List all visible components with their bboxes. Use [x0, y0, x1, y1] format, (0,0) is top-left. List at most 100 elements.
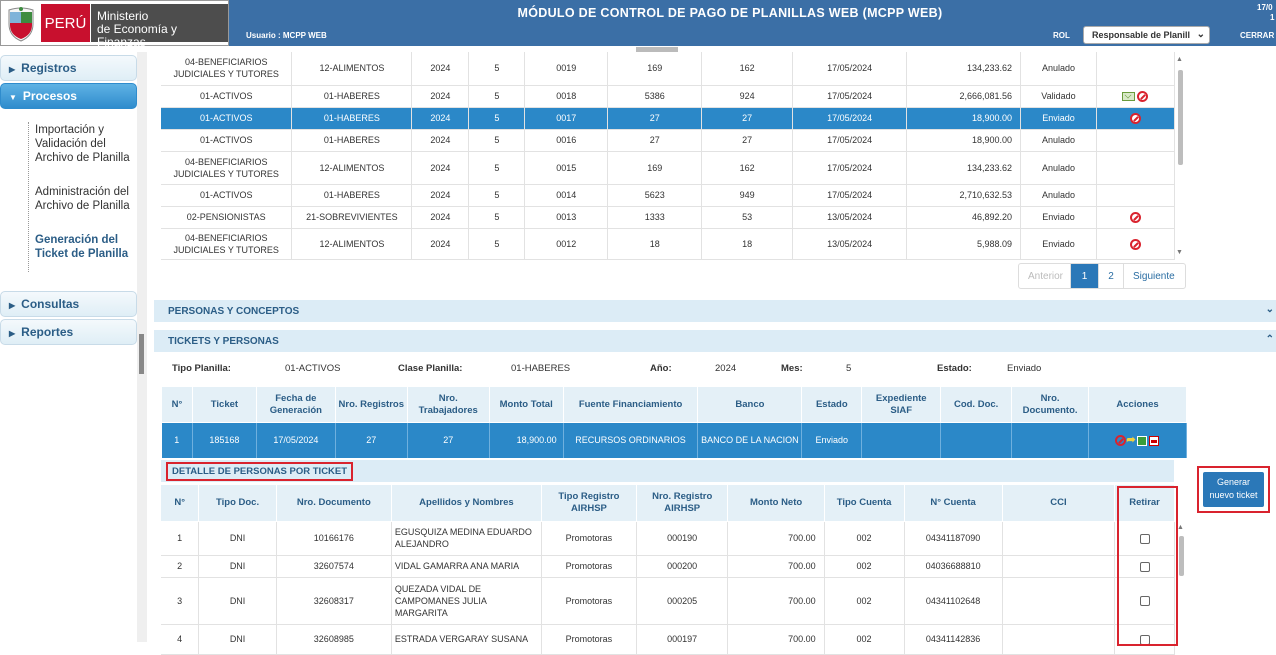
ticket-cell-trabajadores: 27 [407, 422, 490, 458]
planilla-row[interactable]: 01-ACTIVOS 01-HABERES 2024 5 0018 5386 924 17/0… [161, 85, 1176, 108]
sidebar-scrollbar-thumb[interactable] [139, 334, 144, 374]
planilla-row[interactable]: 01-ACTIVOS 01-HABERES 2024 5 0014 5623 949 17/0… [161, 184, 1176, 207]
pagination-next[interactable]: Siguiente [1124, 264, 1185, 288]
planilla-cell-tipo: 04-BENEFICIARIOS JUDICIALES Y TUTORES [161, 228, 293, 260]
role-select-value: Responsable de Planill [1092, 30, 1191, 40]
retirar-checkbox[interactable] [1139, 533, 1150, 544]
planilla-row[interactable]: 02-PENSIONISTAS 21-SOBREVIVIENTES 2024 5 001… [161, 206, 1176, 229]
sidebar-item-reportes[interactable]: ▶ Reportes [0, 319, 137, 345]
planilla-cell-registros: 27 [607, 129, 703, 152]
download-icon[interactable] [1136, 435, 1147, 446]
persons-scrollbar[interactable]: ▲ [1177, 524, 1185, 642]
sidebar-item-consultas[interactable]: ▶ Consultas [0, 291, 137, 317]
logout-link[interactable]: CERRAR [1240, 31, 1274, 40]
person-cell-cci [1002, 555, 1116, 578]
scroll-up-icon[interactable]: ▲ [1176, 56, 1183, 63]
ticket-cell-n: 1 [161, 422, 193, 458]
person-cell-n: 4 [161, 624, 200, 655]
generate-button-line1: Generar [1216, 477, 1251, 487]
panel-tickets-personas[interactable]: TICKETS Y PERSONAS ⌃ [154, 330, 1276, 352]
planilla-row[interactable]: 04-BENEFICIARIOS JUDICIALES Y TUTORES 12-… [161, 228, 1176, 260]
generate-ticket-button[interactable]: Generar nuevo ticket [1203, 472, 1264, 507]
planilla-actions [1096, 129, 1176, 152]
pagination-prev[interactable]: Anterior [1019, 264, 1071, 288]
cancel-icon[interactable] [1129, 212, 1141, 224]
retirar-checkbox[interactable] [1139, 596, 1150, 607]
planilla-cell-trabajadores: 162 [701, 52, 794, 86]
persons-col-header: Tipo Registro AIRHSP [541, 485, 637, 522]
cancel-icon[interactable] [1129, 113, 1141, 125]
planilla-row[interactable]: 01-ACTIVOS 01-HABERES 2024 5 0017 27 27 17/05/2… [161, 107, 1176, 130]
planilla-cell-estado: Enviado [1020, 107, 1097, 130]
person-cell-tipo_reg: Promotoras [541, 624, 637, 655]
person-cell-cuenta: 04036688810 [904, 555, 1003, 578]
tickets-col-header: Monto Total [488, 386, 564, 423]
pagination-page-2[interactable]: 2 [1099, 264, 1124, 288]
pdf-icon[interactable] [1148, 435, 1159, 446]
person-cell-n: 2 [161, 555, 200, 578]
person-row[interactable]: 1 DNI 10166176 EGUSQUIZA MEDINA EDUARDO ALE… [161, 521, 1175, 556]
planilla-row[interactable]: 04-BENEFICIARIOS JUDICIALES Y TUTORES 12-… [161, 151, 1176, 185]
planilla-cell-monto: 18,900.00 [906, 107, 1022, 130]
planilla-cell-clase: 12-ALIMENTOS [291, 151, 413, 185]
ticket-row[interactable]: 1 185168 17/05/2024 27 27 18,900.00 RECURSOS O… [161, 422, 1187, 458]
planillas-scrollbar[interactable]: ▲ ▼ [1176, 56, 1184, 261]
tickets-col-header: Expediente SIAF [861, 386, 942, 423]
person-row[interactable]: 3 DNI 32608317 QUEZADA VIDAL DE CAMPOMANES … [161, 577, 1175, 625]
retirar-checkbox[interactable] [1139, 634, 1150, 645]
person-cell-nro_reg: 000200 [636, 555, 729, 578]
persons-scrollbar-thumb[interactable] [1179, 536, 1184, 576]
person-retirar [1114, 521, 1175, 556]
person-cell-cci [1002, 624, 1116, 655]
cancel-icon[interactable] [1115, 435, 1127, 447]
send-mail-icon[interactable] [1122, 92, 1136, 102]
detalle-title: DETALLE DE PERSONAS POR TICKET [166, 462, 354, 481]
sidebar-item-procesos[interactable]: ▼ Procesos [0, 83, 137, 109]
cancel-icon[interactable] [1137, 91, 1149, 103]
person-cell-tipo_doc: DNI [198, 521, 277, 556]
planilla-row[interactable]: 01-ACTIVOS 01-HABERES 2024 5 0016 27 27 17/05/2… [161, 129, 1176, 152]
planilla-cell-clase: 12-ALIMENTOS [291, 228, 413, 260]
tree-line [28, 122, 29, 272]
planilla-cell-estado: Anulado [1020, 184, 1097, 207]
planilla-cell-clase: 21-SOBREVIVIENTES [291, 206, 413, 229]
panel-personas-conceptos[interactable]: PERSONAS Y CONCEPTOS ⌄ [154, 300, 1276, 322]
role-select[interactable]: Responsable de Planill ⌄ [1083, 26, 1210, 44]
sidebar-item-registros[interactable]: ▶ Registros [0, 55, 137, 81]
pagination-page-1[interactable]: 1 [1071, 264, 1099, 288]
planilla-cell-monto: 2,666,081.56 [906, 85, 1022, 108]
person-cell-nro_doc: 10166176 [276, 521, 392, 556]
cancel-icon[interactable] [1129, 238, 1141, 250]
sidebar-subitem-administracion[interactable]: Administración del Archivo de Planilla [35, 185, 135, 213]
tickets-col-header: Acciones [1088, 386, 1187, 423]
tickets-col-header: Nro. Trabajadores [406, 386, 490, 423]
scroll-up-icon[interactable]: ▲ [1177, 524, 1184, 531]
person-cell-cuenta: 04341187090 [904, 521, 1003, 556]
scroll-down-icon[interactable]: ▼ [1176, 249, 1183, 256]
persons-table-body: 1 DNI 10166176 EGUSQUIZA MEDINA EDUARDO ALE… [161, 521, 1175, 655]
person-cell-tipo_doc: DNI [198, 555, 277, 578]
planilla-cell-corr: 0013 [524, 206, 609, 229]
person-row[interactable]: 2 DNI 32607574 VIDAL GAMARRA ANA MARIA Promo… [161, 555, 1175, 578]
sidebar-subitem-generacion-ticket[interactable]: Generación del Ticket de Planilla [35, 233, 135, 261]
persons-col-header: CCI [1002, 485, 1116, 522]
person-row[interactable]: 4 DNI 32608985 ESTRADA VERGARAY SUSANA Promo… [161, 624, 1175, 655]
ticket-cell-cod_doc [940, 422, 1013, 458]
person-cell-nombre: VIDAL GAMARRA ANA MARIA [391, 555, 542, 578]
person-cell-n: 3 [161, 577, 200, 625]
retirar-checkbox[interactable] [1139, 561, 1150, 572]
forward-icon[interactable]: ➦ [1126, 434, 1135, 446]
ticket-cell-banco: BANCO DE LA NACION [697, 422, 803, 458]
planilla-row[interactable]: 04-BENEFICIARIOS JUDICIALES Y TUTORES 12-… [161, 52, 1176, 86]
clase-planilla-value: 01-HABERES [511, 363, 571, 374]
person-cell-tipo_reg: Promotoras [541, 555, 637, 578]
persons-col-header: N° Cuenta [904, 485, 1003, 522]
planilla-cell-registros: 169 [607, 151, 703, 185]
sidebar-subitem-importacion[interactable]: Importación y Validación del Archivo de … [35, 123, 135, 165]
planilla-cell-fecha: 17/05/2024 [792, 52, 908, 86]
planilla-cell-trabajadores: 162 [701, 151, 794, 185]
person-cell-cuenta: 04341142836 [904, 624, 1003, 655]
planillas-scrollbar-thumb[interactable] [1178, 70, 1183, 165]
app-header: PERÚ Ministerio de Economía y Finanzas M… [0, 0, 1276, 49]
planilla-cell-monto: 134,233.62 [906, 52, 1022, 86]
